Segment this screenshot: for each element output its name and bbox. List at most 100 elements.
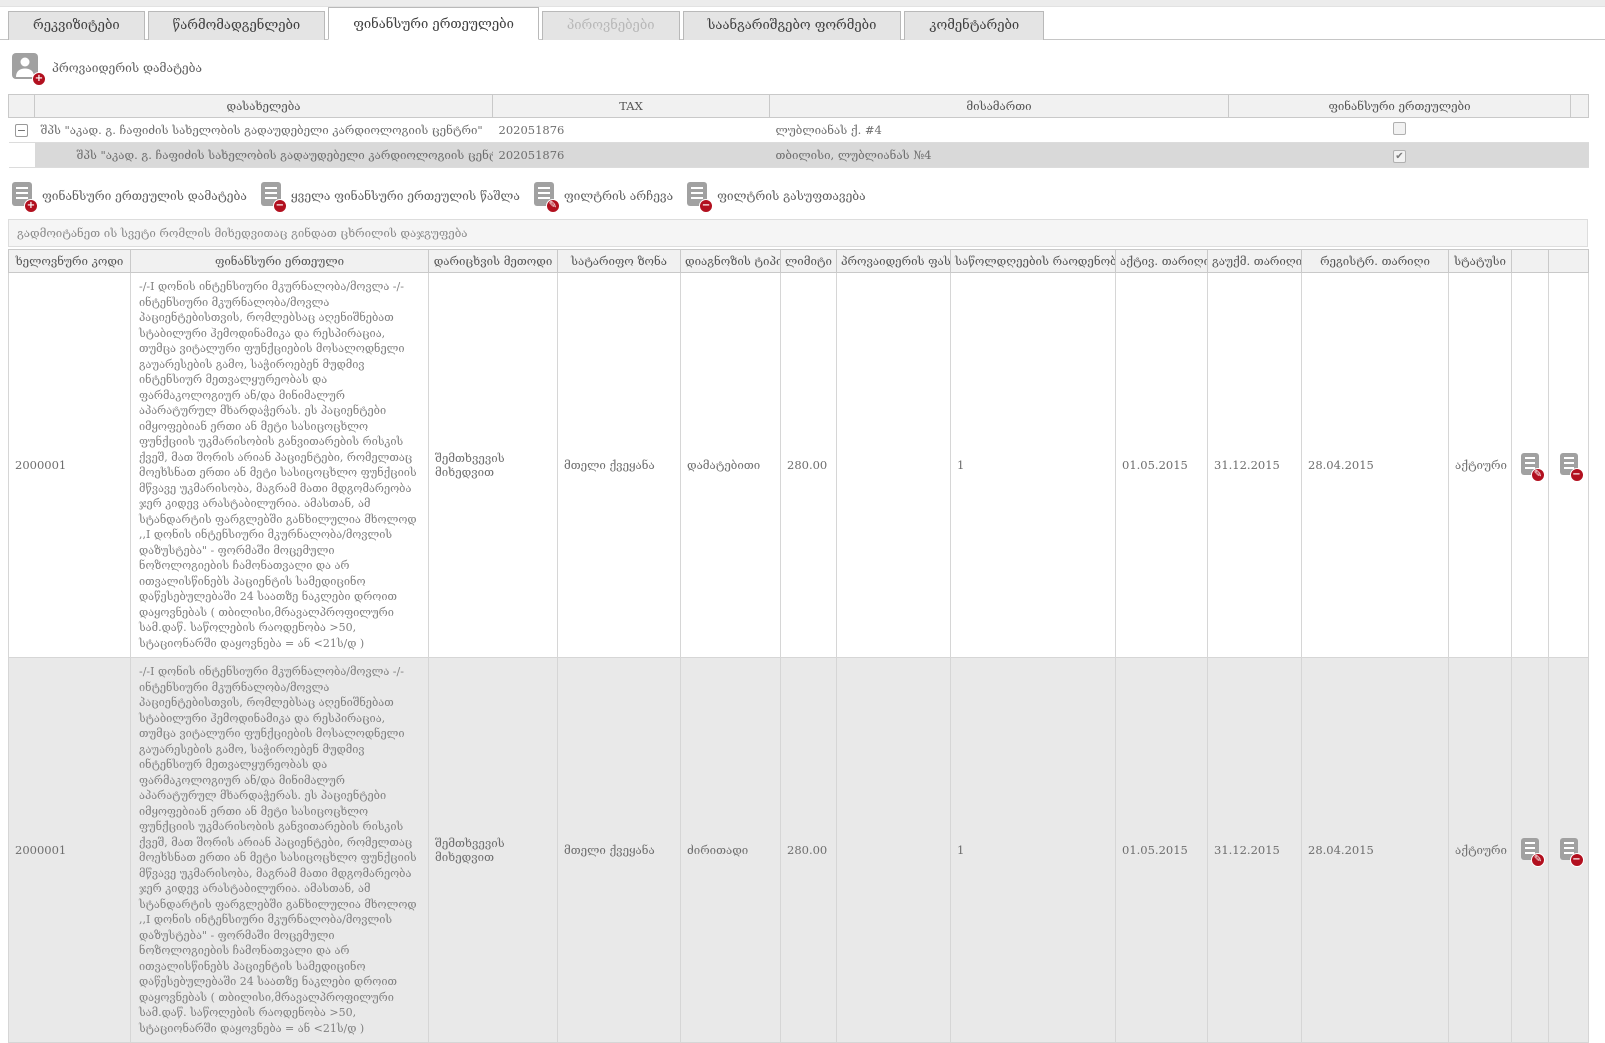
diag-type-column-header[interactable]: დიაგნოზის ტიპი bbox=[681, 250, 781, 273]
provider-tax-cell: 202051876 bbox=[493, 118, 770, 143]
cell-edit: ✎ bbox=[1512, 658, 1549, 1043]
delete-row-button[interactable]: − bbox=[1560, 838, 1578, 863]
cell-zone: მთელი ქვეყანა bbox=[558, 658, 681, 1043]
provider-finunits-cell bbox=[1229, 118, 1571, 143]
cell-code: 2000001 bbox=[9, 273, 131, 658]
expand-cell: − bbox=[9, 118, 35, 143]
tab-comments[interactable]: კომენტარები bbox=[904, 11, 1044, 40]
minus-badge-icon: − bbox=[273, 199, 287, 213]
unit-column-header[interactable]: ფინანსური ერთეული bbox=[131, 250, 429, 273]
add-provider-button[interactable]: + პროვაიდერის დამატება bbox=[12, 53, 202, 82]
tab-representatives[interactable]: წარმომადგენლები bbox=[148, 11, 326, 40]
top-strip bbox=[0, 0, 1605, 7]
fin-units-checkbox[interactable] bbox=[1393, 122, 1406, 135]
edit-badge-icon: ✎ bbox=[546, 199, 560, 213]
edit-column-header bbox=[1512, 250, 1549, 273]
expand-column-header bbox=[9, 95, 35, 118]
delete-all-financial-units-button[interactable]: − ყველა ფინანსური ერთეულის წაშლა bbox=[261, 182, 520, 209]
spacer-column-header bbox=[1571, 95, 1589, 118]
cell-registration-date: 28.04.2015 bbox=[1302, 658, 1449, 1043]
clear-filter-button[interactable]: − ფილტრის გასუფთავება bbox=[687, 182, 866, 209]
edit-row-button[interactable]: ✎ bbox=[1521, 453, 1539, 478]
cell-activation-date: 01.05.2015 bbox=[1116, 658, 1208, 1043]
cell-limit: 280.00 bbox=[781, 273, 837, 658]
cell-registration-date: 28.04.2015 bbox=[1302, 273, 1449, 658]
tab-persons: პიროვნებები bbox=[542, 11, 680, 40]
cell-status: აქტიური bbox=[1449, 658, 1512, 1043]
provider-address-cell: ლუბლიანას ქ. #4 bbox=[770, 118, 1229, 143]
plus-badge-icon: + bbox=[32, 72, 46, 86]
provider-row[interactable]: − შპს "აკად. გ. ჩაფიძის სახელობის გადაუდ… bbox=[9, 118, 1589, 143]
cell-diag-type: დამატებითი bbox=[681, 273, 781, 658]
spacer-cell bbox=[1571, 118, 1589, 143]
edit-row-button[interactable]: ✎ bbox=[1521, 838, 1539, 863]
cell-code: 2000001 bbox=[9, 658, 131, 1043]
fin-units-column-header[interactable]: ფინანსური ერთეულები bbox=[1229, 95, 1571, 118]
method-column-header[interactable]: დარიცხვის მეთოდი bbox=[429, 250, 558, 273]
collapse-icon[interactable]: − bbox=[15, 124, 28, 137]
select-filter-label: ფილტრის არჩევა bbox=[564, 189, 673, 203]
financial-units-table-header: ხელოვნური კოდი ფინანსური ერთეული დარიცხვ… bbox=[9, 250, 1589, 273]
cell-cancel-date: 31.12.2015 bbox=[1208, 658, 1302, 1043]
select-filter-button[interactable]: ✎ ფილტრის არჩევა bbox=[534, 182, 673, 209]
cell-method: შემთხვევის მიხედვით bbox=[429, 273, 558, 658]
cell-provider-price bbox=[837, 658, 951, 1043]
financial-unit-row[interactable]: 2000001 -/-I დონის ინტენსიური მკურნალობა… bbox=[9, 273, 1589, 658]
delete-row-button[interactable]: − bbox=[1560, 453, 1578, 478]
cell-description: -/-I დონის ინტენსიური მკურნალობა/მოვლა -… bbox=[131, 658, 429, 1043]
name-column-header[interactable]: დასახელება bbox=[35, 95, 493, 118]
tax-column-header[interactable]: TAX bbox=[493, 95, 770, 118]
fin-units-checkbox[interactable]: ✔ bbox=[1393, 150, 1406, 163]
tab-financial-units[interactable]: ფინანსური ერთეულები bbox=[328, 7, 539, 40]
cell-delete: − bbox=[1549, 273, 1589, 658]
document-remove-icon: − bbox=[687, 182, 707, 209]
document-add-icon: + bbox=[12, 182, 32, 209]
plus-badge-icon: + bbox=[24, 199, 38, 213]
cell-zone: მთელი ქვეყანა bbox=[558, 273, 681, 658]
zone-column-header[interactable]: სატარიფო ზონა bbox=[558, 250, 681, 273]
cell-description: -/-I დონის ინტენსიური მკურნალობა/მოვლა -… bbox=[131, 273, 429, 658]
registration-date-column-header[interactable]: რეგისტრ. თარიღი bbox=[1302, 250, 1449, 273]
cell-edit: ✎ bbox=[1512, 273, 1549, 658]
address-column-header[interactable]: მისამართი bbox=[770, 95, 1229, 118]
cell-provider-price bbox=[837, 273, 951, 658]
edit-badge-icon: ✎ bbox=[1531, 468, 1545, 482]
provider-price-column-header[interactable]: პროვაიდერის ფასი bbox=[837, 250, 951, 273]
delete-all-financial-units-label: ყველა ფინანსური ერთეულის წაშლა bbox=[291, 189, 520, 203]
add-provider-label: პროვაიდერის დამატება bbox=[52, 61, 202, 75]
person-add-icon: + bbox=[12, 53, 40, 82]
cancel-date-column-header[interactable]: გაუქმ. თარიღი bbox=[1208, 250, 1302, 273]
tab-report-forms[interactable]: საანგარიშგებო ფორმები bbox=[683, 11, 902, 40]
financial-units-table: ხელოვნური კოდი ფინანსური ერთეული დარიცხვ… bbox=[8, 249, 1589, 1043]
cell-diag-type: ძირითადი bbox=[681, 658, 781, 1043]
bed-days-column-header[interactable]: საწოლდღეების რაოდენობა bbox=[951, 250, 1116, 273]
edit-badge-icon: ✎ bbox=[1531, 853, 1545, 867]
status-column-header[interactable]: სტატუსი bbox=[1449, 250, 1512, 273]
group-by-hint-panel[interactable]: გადმოიტანეთ ის სვეტი რომლის მიხედვითაც გ… bbox=[8, 219, 1588, 247]
provider-finunits-cell: ✔ bbox=[1229, 143, 1571, 168]
cell-method: შემთხვევის მიხედვით bbox=[429, 658, 558, 1043]
tab-bar: რეკვიზიტები წარმომადგენლები ფინანსური ერ… bbox=[0, 7, 1605, 40]
providers-table-header: დასახელება TAX მისამართი ფინანსური ერთეუ… bbox=[9, 95, 1589, 118]
delete-column-header bbox=[1549, 250, 1589, 273]
tab-requisites[interactable]: რეკვიზიტები bbox=[8, 11, 145, 40]
cell-bed-days: 1 bbox=[951, 658, 1116, 1043]
spacer-cell bbox=[1571, 143, 1589, 168]
cell-delete: − bbox=[1549, 658, 1589, 1043]
expand-cell bbox=[9, 143, 35, 168]
financial-units-toolbar: + ფინანსური ერთეულის დამატება − ყველა ფი… bbox=[12, 182, 1605, 209]
cell-cancel-date: 31.12.2015 bbox=[1208, 273, 1302, 658]
add-financial-unit-button[interactable]: + ფინანსური ერთეულის დამატება bbox=[12, 182, 247, 209]
minus-badge-icon: − bbox=[699, 199, 713, 213]
cell-status: აქტიური bbox=[1449, 273, 1512, 658]
provider-subrow[interactable]: შპს "აკად. გ. ჩაფიძის სახელობის გადაუდებ… bbox=[9, 143, 1589, 168]
providers-table: დასახელება TAX მისამართი ფინანსური ერთეუ… bbox=[8, 94, 1589, 168]
activation-date-column-header[interactable]: აქტივ. თარიღი bbox=[1116, 250, 1208, 273]
cell-limit: 280.00 bbox=[781, 658, 837, 1043]
minus-badge-icon: − bbox=[1570, 853, 1584, 867]
minus-badge-icon: − bbox=[1570, 468, 1584, 482]
code-column-header[interactable]: ხელოვნური კოდი bbox=[9, 250, 131, 273]
provider-address-cell: თბილისი, ლუბლიანას №4 bbox=[770, 143, 1229, 168]
limit-column-header[interactable]: ლიმიტი bbox=[781, 250, 837, 273]
financial-unit-row[interactable]: 2000001 -/-I დონის ინტენსიური მკურნალობა… bbox=[9, 658, 1589, 1043]
